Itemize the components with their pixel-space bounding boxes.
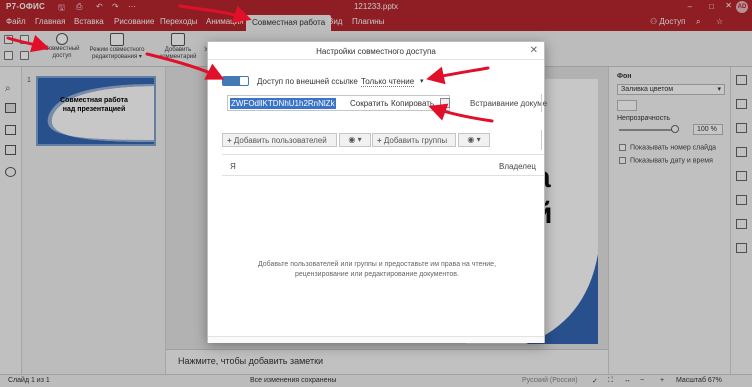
qr-code-icon[interactable] <box>440 98 450 108</box>
share-link-value[interactable]: ZWFOdllKTDNhU1h2RnNlZk <box>230 98 336 109</box>
dialog-title: Настройки совместного доступа <box>316 47 436 56</box>
chevron-down-icon[interactable]: ▾ <box>420 77 424 85</box>
user-rights-dropdown[interactable]: ◉ ▾ <box>339 133 371 147</box>
embed-document-tab[interactable]: Встраивание докуме <box>470 99 547 108</box>
empty-state-message: Добавьте пользователей или группы и пред… <box>257 261 497 278</box>
list-divider-bottom <box>222 175 544 176</box>
embed-divider <box>541 94 545 112</box>
eye-icon: ◉ <box>348 135 356 144</box>
button-divider <box>541 130 545 150</box>
add-users-button[interactable]: + Добавить пользователей <box>222 133 337 147</box>
external-access-label: Доступ по внешней ссылке <box>257 77 358 86</box>
copy-link-button[interactable]: Копировать <box>391 99 434 108</box>
access-level-select[interactable]: Только чтение <box>361 77 415 87</box>
dialog-footer <box>208 336 544 343</box>
add-groups-label: Добавить группы <box>383 136 448 145</box>
dialog-header: Настройки совместного доступа <box>208 42 544 60</box>
add-groups-button[interactable]: + Добавить группы <box>372 133 456 147</box>
external-link-toggle[interactable] <box>222 76 249 86</box>
eye-icon: ◉ <box>467 135 475 144</box>
group-rights-dropdown[interactable]: ◉ ▾ <box>458 133 490 147</box>
column-user: Я <box>230 162 236 171</box>
shorten-link-button[interactable]: Сократить <box>350 99 388 108</box>
add-users-label: Добавить пользователей <box>233 136 327 145</box>
chevron-down-icon: ▾ <box>357 135 362 144</box>
sharing-settings-dialog: Настройки совместного доступа ✕ Доступ п… <box>207 41 547 343</box>
close-icon[interactable]: ✕ <box>530 45 538 56</box>
chevron-down-icon: ▾ <box>476 135 481 144</box>
share-link-field[interactable]: ZWFOdllKTDNhU1h2RnNlZk Сократить Копиров… <box>227 95 450 111</box>
list-divider-top <box>222 154 544 155</box>
plus-icon: + <box>227 136 232 145</box>
column-owner: Владелец <box>499 162 537 171</box>
plus-icon: + <box>377 136 382 145</box>
